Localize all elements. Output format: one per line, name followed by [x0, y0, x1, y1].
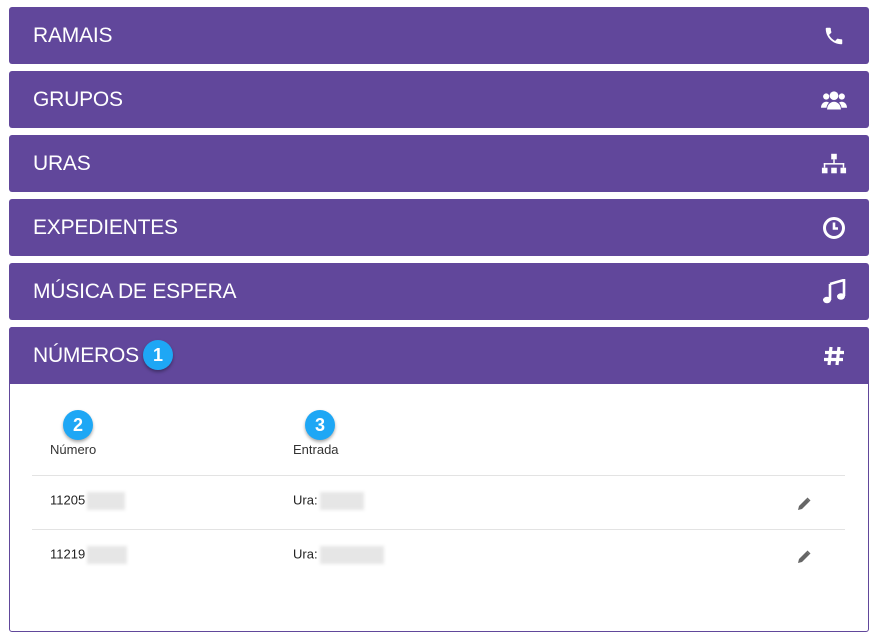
table-cell-entrada: Ura: [293, 492, 364, 510]
redacted-digits [87, 492, 126, 510]
phone-icon [821, 23, 847, 49]
sitemap-icon [821, 151, 847, 177]
section-title: GRUPOS [33, 88, 123, 111]
column-header-numero: Número [50, 442, 97, 457]
numero-value: 11219 [50, 546, 86, 562]
music-icon [821, 279, 847, 305]
section-musica-de-espera[interactable]: MÚSICA DE ESPERA [9, 263, 869, 320]
callout-badge-3: 3 [305, 410, 335, 440]
users-icon [821, 87, 847, 113]
section-expedientes[interactable]: EXPEDIENTES [9, 199, 869, 256]
hashtag-icon [821, 343, 847, 369]
redacted-ura-name [319, 546, 384, 564]
section-title: RAMAIS [33, 24, 113, 47]
clock-icon [821, 215, 847, 241]
entrada-value: Ura: [293, 546, 318, 562]
numero-value: 11205 [50, 492, 86, 508]
table-cell-numero: 11219 [50, 546, 128, 564]
section-uras[interactable]: URAS [9, 135, 869, 192]
section-ramais[interactable]: RAMAIS [9, 7, 869, 64]
section-title: EXPEDIENTES [33, 216, 178, 239]
divider [32, 475, 845, 476]
section-title: NÚMEROS [33, 344, 139, 367]
divider [32, 529, 845, 530]
redacted-ura-name [319, 492, 364, 510]
table-cell-numero: 11205 [50, 492, 126, 510]
edit-pencil-icon[interactable] [797, 550, 811, 564]
table-cell-entrada: Ura: [293, 546, 384, 564]
section-numeros: NÚMEROS [9, 327, 869, 632]
section-grupos[interactable]: GRUPOS [9, 71, 869, 128]
section-header-numeros[interactable]: NÚMEROS [9, 327, 869, 384]
section-title: URAS [33, 152, 91, 175]
redacted-digits [87, 546, 128, 564]
callout-badge-2: 2 [63, 410, 93, 440]
callout-badge-1: 1 [143, 340, 173, 370]
entrada-value: Ura: [293, 492, 318, 508]
edit-pencil-icon[interactable] [797, 497, 811, 511]
section-title: MÚSICA DE ESPERA [33, 280, 237, 303]
column-header-entrada: Entrada [293, 442, 339, 457]
